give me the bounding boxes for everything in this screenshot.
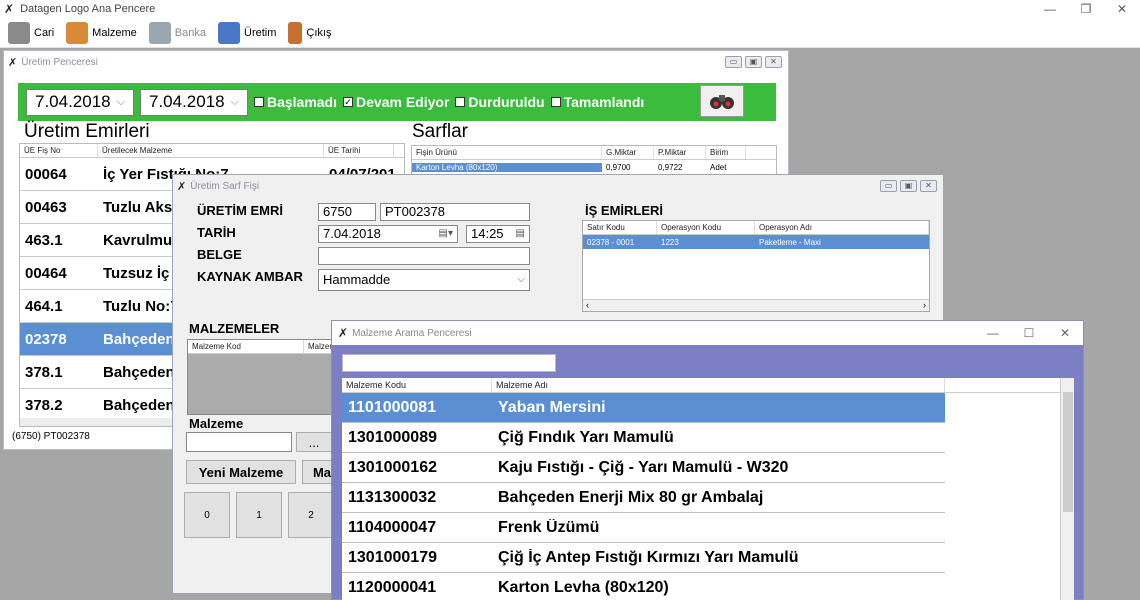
app-logo-icon: ✗ [4, 2, 15, 16]
results-vscrollbar[interactable] [1060, 378, 1074, 600]
malzeme-search-input[interactable] [342, 354, 556, 372]
kaynak-ambar-label: KAYNAK AMBAR [197, 269, 303, 284]
exit-icon [288, 21, 303, 44]
malzeme-results-grid: Malzeme Kodu Malzeme Adı 1101000081 Yaba… [342, 378, 1074, 600]
results-header: Malzeme Kodu Malzeme Adı [342, 378, 1074, 393]
factory-icon [218, 21, 240, 44]
maximize-icon[interactable]: ▣ [900, 180, 917, 192]
filter-bar: 7.04.2018 ⌵ 7.04.2018 ⌵ Başlamadı ✓ Devam… [18, 83, 776, 121]
users-icon [8, 21, 30, 44]
belge-label: BELGE [197, 247, 242, 262]
close-icon[interactable]: ✕ [1104, 2, 1140, 16]
sarf-window-controls: ▭ ▣ ✕ [880, 180, 937, 192]
malzemeler-title: MALZEMELER [189, 321, 280, 336]
close-icon[interactable]: ✕ [765, 56, 782, 68]
spinner-icon: ▤ [515, 228, 525, 239]
scroll-thumb[interactable] [1063, 392, 1073, 512]
toolbar-banka-button[interactable]: Banka [148, 21, 206, 44]
sarf-titlebar: ✗ Üretim Sarf Fişi ▭ ▣ ✕ [173, 175, 943, 197]
numpad-0-button[interactable]: 0 [184, 492, 230, 538]
table-row[interactable]: 1120000041 Karton Levha (80x120) [342, 573, 945, 600]
close-icon[interactable]: ✕ [1047, 326, 1083, 340]
is-emirleri-hscrollbar[interactable]: ‹ › [583, 299, 929, 311]
browse-button[interactable]: ... [296, 432, 332, 452]
minimize-icon[interactable]: ▭ [880, 180, 897, 192]
arama-titlebar: ✗ Malzeme Arama Penceresi — ☐ ✕ [332, 321, 1083, 345]
belge-field[interactable] [318, 247, 530, 265]
filter-tamamlandi-checkbox[interactable]: Tamamlandı [550, 94, 644, 110]
window-logo-icon: ✗ [8, 56, 18, 69]
chevron-down-icon: ⌵ [230, 95, 239, 108]
chevron-left-icon[interactable]: ‹ [586, 300, 589, 311]
uretim-window-controls: ▭ ▣ ✕ [725, 56, 782, 68]
filter-baslamadi-checkbox[interactable]: Başlamadı [253, 94, 337, 110]
table-row[interactable]: 1131300032 Bahçeden Enerji Mix 80 gr Amb… [342, 483, 945, 513]
toolbar-cari-button[interactable]: Cari [8, 21, 54, 44]
table-row-selected[interactable]: 02378 - 0001 1223 Paketleme - Maxi [583, 235, 929, 249]
malzeme-field[interactable] [186, 432, 292, 452]
filter-durduruldu-checkbox[interactable]: Durduruldu [455, 94, 545, 110]
malzeme-arama-window: ✗ Malzeme Arama Penceresi — ☐ ✕ Malzeme … [331, 320, 1084, 600]
date-to-picker[interactable]: 7.04.2018 ⌵ [139, 88, 248, 116]
tarih-label: TARİH [197, 225, 236, 240]
chevron-down-icon: ⌵ [517, 274, 525, 285]
app-titlebar: ✗ Datagen Logo Ana Pencere — ❐ ✕ [0, 0, 1140, 18]
table-row-selected[interactable]: 1101000081 Yaban Mersini [342, 393, 945, 423]
window-controls: — ❐ ✕ [1032, 2, 1140, 16]
minimize-icon[interactable]: ▭ [725, 56, 742, 68]
numpad-1-button[interactable]: 1 [236, 492, 282, 538]
uretim-emri-label: ÜRETİM EMRİ [197, 203, 283, 218]
tarih-picker[interactable]: 7.04.2018 ▤▾ [318, 225, 458, 243]
money-icon [148, 21, 171, 44]
uretim-titlebar: ✗ Üretim Penceresi ▭ ▣ ✕ [4, 51, 788, 73]
malzeme-label: Malzeme [189, 416, 244, 431]
restore-icon[interactable]: ❐ [1068, 2, 1104, 16]
is-emirleri-grid: Satır Kodu Operasyon Kodu Operasyon Adı … [582, 220, 930, 312]
orders-title: Üretim Emirleri [24, 121, 150, 142]
table-row[interactable]: 1301000162 Kaju Fıstığı - Çiğ - Yarı Mam… [342, 453, 945, 483]
uretim-emri-kod-field[interactable]: PT002378 [380, 203, 530, 221]
maximize-icon[interactable]: ▣ [745, 56, 762, 68]
window-logo-icon: ✗ [338, 326, 349, 340]
main-toolbar: Cari Malzeme Banka Üretim Çıkış [0, 18, 1140, 48]
is-emirleri-title: İŞ EMİRLERİ [585, 203, 664, 218]
kaynak-ambar-select[interactable]: Hammadde ⌵ [318, 269, 530, 291]
table-row[interactable]: 1104000047 Frenk Üzümü [342, 513, 945, 543]
maximize-icon[interactable]: ☐ [1011, 326, 1047, 340]
sarf-grid-header: Fişin Ürünü G.Miktar P.Miktar Birim [412, 146, 776, 160]
status-text: (6750) PT002378 [12, 431, 90, 442]
box-icon [66, 21, 89, 44]
is-emirleri-header: Satır Kodu Operasyon Kodu Operasyon Adı [583, 221, 929, 235]
orders-grid-header: ÜE Fiş No Üretilecek Malzeme ÜE Tarihi [20, 144, 404, 158]
numpad-2-button[interactable]: 2 [288, 492, 334, 538]
table-row[interactable]: 1301000089 Çiğ Fındık Yarı Mamulü [342, 423, 945, 453]
binoculars-icon [710, 95, 734, 109]
sarf-title: Sarflar [412, 121, 468, 142]
arama-window-controls: — ☐ ✕ [975, 326, 1083, 340]
saat-picker[interactable]: 14:25 ▤ [466, 225, 530, 243]
table-row[interactable]: Karton Levha (80x120) 0,9700 0,9722 Adet [412, 160, 776, 174]
toolbar-malzeme-button[interactable]: Malzeme [66, 21, 137, 44]
chevron-right-icon[interactable]: › [923, 300, 926, 311]
toolbar-cikis-button[interactable]: Çıkış [288, 21, 331, 44]
filter-devam-ediyor-checkbox[interactable]: ✓ Devam Ediyor [343, 94, 449, 110]
table-row[interactable]: 1301000179 Çiğ İç Antep Fıstığı Kırmızı … [342, 543, 945, 573]
date-from-picker[interactable]: 7.04.2018 ⌵ [26, 88, 134, 116]
close-icon[interactable]: ✕ [920, 180, 937, 192]
search-button[interactable] [700, 85, 744, 117]
toolbar-uretim-button[interactable]: Üretim [218, 21, 276, 44]
uretim-emri-no-field[interactable]: 6750 [318, 203, 376, 221]
chevron-down-icon: ⌵ [116, 95, 125, 108]
minimize-icon[interactable]: — [975, 326, 1011, 340]
window-logo-icon: ✗ [177, 180, 187, 193]
yeni-malzeme-button[interactable]: Yeni Malzeme [186, 460, 296, 484]
app-title: Datagen Logo Ana Pencere [20, 3, 156, 15]
calendar-icon: ▤▾ [438, 228, 453, 239]
minimize-icon[interactable]: — [1032, 2, 1068, 16]
